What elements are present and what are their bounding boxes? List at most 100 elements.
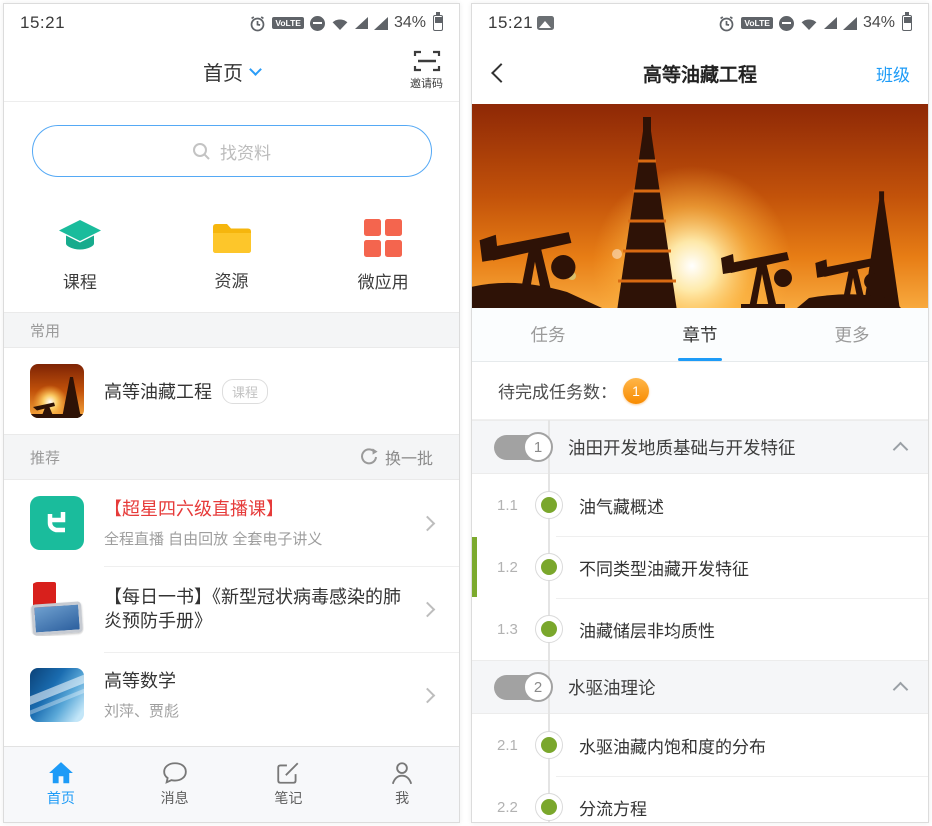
- refresh-icon: [360, 448, 378, 466]
- section-number: 2.1: [497, 737, 535, 754]
- volte-badge: VoLTE: [272, 17, 304, 30]
- recommend-title: 【每日一书】《新型冠状病毒感染的肺炎预防手册》: [104, 585, 404, 634]
- tab-tasks[interactable]: 任务: [472, 308, 624, 361]
- tab-label: 更多: [835, 322, 870, 347]
- invite-code-button[interactable]: 邀请码: [410, 49, 443, 91]
- course-thumbnail: [30, 364, 84, 418]
- signal-icon: [824, 17, 837, 29]
- tab-home[interactable]: 首页: [4, 761, 118, 808]
- home-header: 首页 邀请码: [4, 42, 459, 102]
- chapter-row-2[interactable]: 2 水驱油理论: [472, 660, 928, 714]
- math-thumbnail: [30, 668, 84, 722]
- battery-percent: 34%: [394, 14, 426, 32]
- profile-icon: [389, 761, 415, 785]
- alarm-icon: [718, 15, 735, 32]
- tab-label: 消息: [161, 788, 189, 808]
- tab-messages[interactable]: 消息: [118, 761, 232, 808]
- bottom-tab-bar: 首页 消息 笔记 我: [4, 746, 459, 822]
- battery-icon: [433, 15, 443, 31]
- shortcut-label: 课程: [63, 268, 97, 293]
- do-not-disturb-icon: [779, 16, 794, 31]
- recommend-item-live-course[interactable]: 【超星四六级直播课】 全程直播 自由回放 全套电子讲义: [4, 480, 459, 566]
- clock-text: 15:21: [20, 13, 65, 33]
- pending-tasks-label: 待完成任务数：: [498, 378, 617, 403]
- course-banner-image: [472, 104, 928, 308]
- chapter-row-1[interactable]: 1 油田开发地质基础与开发特征: [472, 420, 928, 474]
- shortcut-microapps[interactable]: 微应用: [307, 219, 459, 293]
- chevron-up-icon: [893, 682, 909, 698]
- section-number: 1.1: [497, 497, 535, 514]
- volte-badge: VoLTE: [741, 17, 773, 30]
- chapter-title: 油田开发地质基础与开发特征: [568, 435, 796, 460]
- section-row-1-1[interactable]: 1.1 油气藏概述: [472, 474, 928, 536]
- recommend-title: 高等数学: [104, 669, 404, 693]
- pending-tasks-row[interactable]: 待完成任务数： 1: [472, 362, 928, 420]
- chapter-toggle[interactable]: 1: [494, 435, 552, 460]
- shortcut-label: 微应用: [358, 268, 409, 293]
- status-bar: 15:21 VoLTE 34%: [4, 4, 459, 42]
- section-number: 1.3: [497, 621, 535, 638]
- course-title: 高等油藏工程: [104, 378, 212, 404]
- chapter-list: 1 油田开发地质基础与开发特征 1.1 油气藏概述 1.2 不同类型油藏开发特征…: [472, 420, 928, 822]
- section-number: 2.2: [497, 799, 535, 816]
- tab-notes[interactable]: 笔记: [232, 761, 346, 808]
- section-row-1-2[interactable]: 1.2 不同类型油藏开发特征: [472, 536, 928, 598]
- search-placeholder: 找资料: [220, 139, 271, 164]
- signal-icon: [355, 17, 368, 29]
- battery-percent: 34%: [863, 14, 895, 32]
- class-button[interactable]: 班级: [876, 61, 910, 86]
- home-title-dropdown[interactable]: 首页: [4, 42, 459, 101]
- recommend-item-daily-book[interactable]: 【每日一书】《新型冠状病毒感染的肺炎预防手册》: [4, 566, 459, 652]
- course-screen: 15:21 VoLTE 34% 高等油藏工程 班级: [471, 3, 929, 823]
- tab-label: 笔记: [274, 788, 302, 808]
- course-tabs: 任务 章节 更多: [472, 308, 928, 362]
- course-header: 高等油藏工程 班级: [472, 42, 928, 104]
- section-row-1-3[interactable]: 1.3 油藏储层非均质性: [472, 598, 928, 660]
- home-icon: [48, 761, 74, 785]
- chapter-number: 2: [523, 672, 553, 702]
- pending-count-badge: 1: [623, 378, 649, 404]
- section-title: 水驱油藏内饱和度的分布: [579, 733, 766, 758]
- tab-me[interactable]: 我: [345, 761, 459, 808]
- section-frequent: 常用: [4, 312, 459, 348]
- shortcut-courses[interactable]: 课程: [4, 219, 156, 293]
- search-icon: [192, 142, 211, 161]
- section-title: 分流方程: [579, 795, 647, 820]
- status-dot-icon: [535, 553, 563, 581]
- chapter-title: 水驱油理论: [568, 675, 656, 700]
- tab-label: 章节: [683, 322, 718, 347]
- shortcut-resources[interactable]: 资源: [156, 220, 308, 292]
- chevron-right-icon: [420, 601, 436, 617]
- chevron-up-icon: [893, 442, 909, 458]
- tab-chapters[interactable]: 章节: [624, 308, 776, 361]
- tab-more[interactable]: 更多: [776, 308, 928, 361]
- message-bubble-icon: [162, 761, 188, 785]
- frequent-course-row[interactable]: 高等油藏工程 课程: [4, 348, 459, 434]
- section-row-2-1[interactable]: 2.1 水驱油藏内饱和度的分布: [472, 714, 928, 776]
- signal-icon-2: [374, 17, 388, 30]
- refresh-label: 换一批: [385, 445, 433, 469]
- recommend-item-math-course[interactable]: 高等数学 刘萍、贾彪: [4, 652, 459, 738]
- search-input[interactable]: 找资料: [32, 125, 432, 177]
- clock-text: 15:21: [488, 13, 533, 33]
- graduation-cap-icon: [57, 219, 103, 257]
- section-row-2-2[interactable]: 2.2 分流方程: [472, 776, 928, 822]
- course-page-title: 高等油藏工程: [472, 60, 928, 87]
- home-screen: 15:21 VoLTE 34% 首页: [3, 3, 460, 823]
- status-dot-icon: [535, 731, 563, 759]
- tab-label: 任务: [531, 322, 566, 347]
- refresh-batch-button[interactable]: 换一批: [360, 445, 433, 469]
- course-type-badge: 课程: [222, 379, 268, 404]
- chapter-toggle[interactable]: 2: [494, 675, 552, 700]
- wifi-icon: [800, 16, 818, 31]
- invite-code-label: 邀请码: [410, 75, 443, 91]
- section-title: 油气藏概述: [579, 493, 664, 518]
- recommend-title: 【超星四六级直播课】: [104, 497, 404, 521]
- recommend-subtitle: 刘萍、贾彪: [104, 700, 404, 721]
- spacer: [4, 738, 459, 746]
- note-edit-icon: [275, 761, 301, 785]
- shortcut-row: 课程 资源 微应用: [4, 200, 459, 312]
- shortcut-label: 资源: [215, 267, 249, 292]
- signal-icon-2: [843, 17, 857, 30]
- chevron-right-icon: [420, 515, 436, 531]
